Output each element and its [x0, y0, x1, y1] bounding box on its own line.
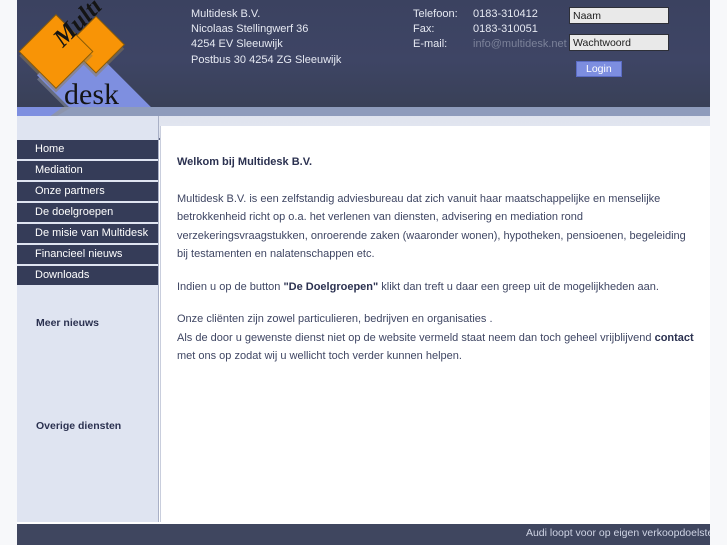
phone-value: 0183-310412 — [473, 8, 538, 20]
username-input[interactable] — [569, 7, 669, 24]
email-label: E-mail: — [413, 38, 448, 51]
sidebar-item-misie[interactable]: De misie van Multidesk — [17, 224, 158, 243]
password-input[interactable] — [569, 34, 669, 51]
fax-label: Fax: — [413, 23, 435, 36]
paragraph-intro: Multidesk B.V. is een zelfstandig advies… — [177, 190, 696, 264]
company-street: Nicolaas Stellingwerf 36 — [191, 23, 309, 36]
page-right-margin — [710, 0, 727, 545]
sidebar-nav: Home Mediation Onze partners De doelgroe… — [17, 140, 158, 287]
sidebar-item-downloads[interactable]: Downloads — [17, 266, 158, 285]
page-left-margin — [0, 0, 17, 545]
sidebar-item-financieel[interactable]: Financieel nieuws — [17, 245, 158, 264]
doelgroepen-text-before: Indien u op de button — [177, 280, 284, 293]
contact-text-after: met ons op zodat wij u wellicht toch ver… — [177, 350, 462, 362]
email-value[interactable]: info@multidesk.net — [473, 37, 567, 52]
contact-values: 0183-310412 0183-310051 info@multidesk.n… — [473, 7, 567, 53]
sidebar-item-doelgroepen[interactable]: De doelgroepen — [17, 203, 158, 222]
footer-bar: Audi loopt voor op eigen verkoopdoelstel… — [17, 524, 710, 545]
doelgroepen-link[interactable]: "De Doelgroepen" — [283, 281, 378, 293]
company-postbus: Postbus 30 4254 ZG Sleeuwijk — [191, 53, 342, 66]
site-header: Multidesk B.V. Nicolaas Stellingwerf 36 … — [17, 0, 710, 107]
fax-value: 0183-310051 — [473, 23, 538, 36]
sidebar-item-home[interactable]: Home — [17, 140, 158, 159]
paragraph-doelgroepen: Indien u op de button "De Doelgroepen" k… — [177, 278, 696, 297]
contact-text-before: Als de door u gewenste dienst niet op de… — [177, 331, 655, 344]
contact-link[interactable]: contact — [655, 332, 694, 344]
login-form: Login — [569, 7, 669, 77]
sidebar-item-mediation[interactable]: Mediation — [17, 161, 158, 180]
company-name: Multidesk B.V. — [191, 8, 261, 20]
company-city: 4254 EV Sleeuwijk — [191, 38, 283, 51]
paragraph-contact: Als de door u gewenste dienst niet op de… — [177, 329, 696, 366]
login-button[interactable]: Login — [576, 61, 622, 77]
sidebar-item-partners[interactable]: Onze partners — [17, 182, 158, 201]
company-address-block: Multidesk B.V. Nicolaas Stellingwerf 36 … — [191, 7, 341, 68]
main-content-body: Welkom bij Multidesk B.V. Multidesk B.V.… — [177, 153, 696, 380]
paragraph-intro-text: Multidesk B.V. is een zelfstandig advies… — [177, 192, 686, 261]
main-content-panel: Welkom bij Multidesk B.V. Multidesk B.V.… — [160, 126, 711, 522]
sidebar-other-services-heading: Overige diensten — [36, 420, 122, 432]
doelgroepen-text-after: klikt dan treft u daar een greep uit de … — [378, 280, 659, 293]
footer-marquee-text: Audi loopt voor op eigen verkoopdoelstel… — [525, 527, 710, 539]
paragraph-clients: Onze cliënten zijn zowel particulieren, … — [177, 310, 696, 329]
contact-labels: Telefoon: Fax: E-mail: — [413, 7, 458, 53]
sidebar-news-heading: Meer nieuws — [36, 317, 100, 329]
phone-label: Telefoon: — [413, 8, 458, 20]
page-title: Welkom bij Multidesk B.V. — [177, 156, 313, 168]
clients-text: Onze cliënten zijn zowel particulieren, … — [177, 313, 493, 325]
page-root: Multidesk B.V. Nicolaas Stellingwerf 36 … — [0, 0, 727, 545]
